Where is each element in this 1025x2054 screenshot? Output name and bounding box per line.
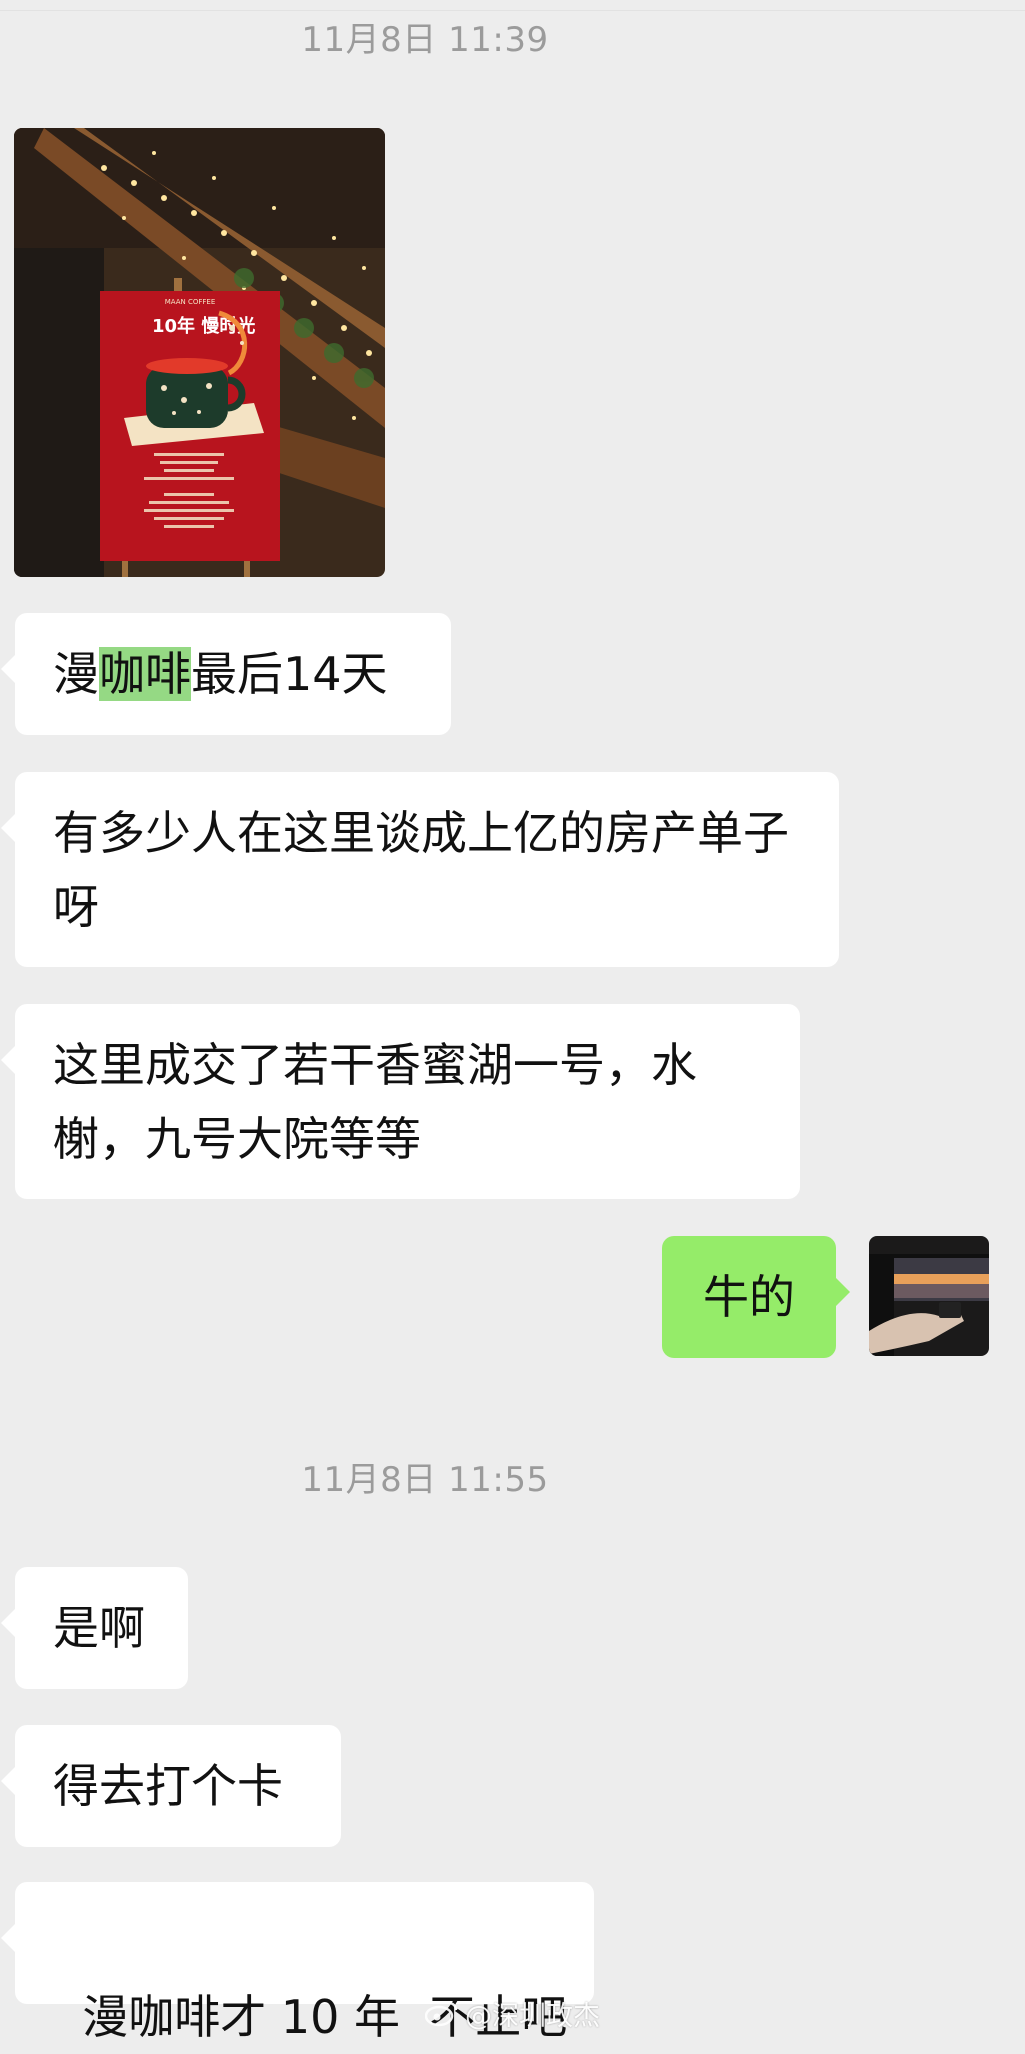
my-message-bubble[interactable]: 牛的 <box>662 1236 850 1358</box>
message-text: 最后14天 <box>191 647 388 701</box>
avatar-image <box>869 1236 989 1356</box>
photo-message[interactable]: MAAN COFFEE 10年 慢时光 <box>14 128 385 577</box>
cafe-photo: MAAN COFFEE 10年 慢时光 <box>14 128 385 577</box>
message-bubble[interactable]: 有多少人在这里谈成上亿的房产单子呀 <box>1 772 839 967</box>
message-text: 是啊 <box>53 1601 145 1655</box>
watermark-text: @深圳政杰 <box>465 2000 600 2032</box>
top-divider <box>0 10 1025 11</box>
timestamp: 11月8日 11:55 <box>301 1460 549 1500</box>
message-bubble[interactable]: 这里成交了若干香蜜湖一号，水榭，九号大院等等 <box>1 1004 800 1199</box>
my-avatar[interactable] <box>869 1236 989 1356</box>
message-bubble[interactable]: 漫咖啡最后14天 <box>1 613 451 735</box>
message-text: 得去打个卡 <box>53 1759 283 1813</box>
timestamp: 11月8日 11:39 <box>301 20 549 60</box>
message-text: 有多少人在这里谈成上亿的房产单子呀 <box>53 806 789 934</box>
message-bubble[interactable]: 得去打个卡 <box>1 1725 341 1847</box>
message-bubble[interactable]: 漫咖啡才 10 年 不止吧 <box>1 1882 594 2044</box>
message-text: 这里成交了若干香蜜湖一号，水榭，九号大院等等 <box>53 1038 697 1166</box>
message-bubble[interactable]: 是啊 <box>1 1567 188 1689</box>
highlighted-search-term: 咖啡 <box>99 647 191 701</box>
message-text: 牛的 <box>703 1270 795 1324</box>
weibo-icon <box>425 2001 458 2027</box>
poster-brand: MAAN COFFEE <box>165 298 216 306</box>
message-text: 漫 <box>53 647 99 701</box>
watermark: @深圳政杰 <box>425 1993 600 2033</box>
